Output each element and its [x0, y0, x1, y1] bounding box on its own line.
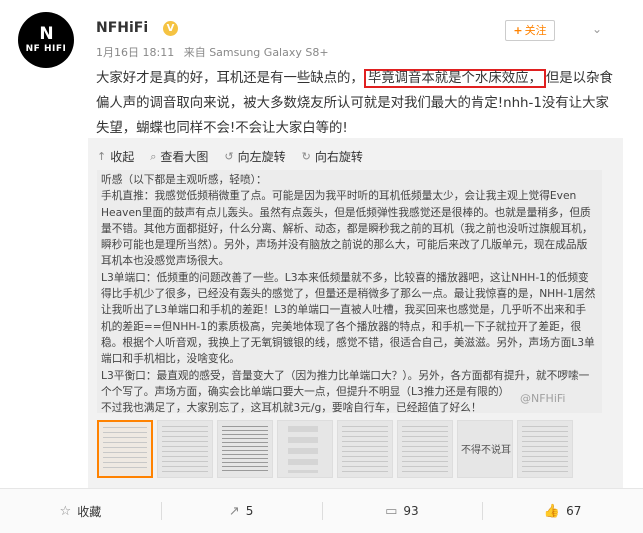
thumbs-up-icon: 👍 — [543, 503, 561, 519]
follow-label: 关注 — [524, 24, 547, 37]
rotate-right-label: 向右旋转 — [314, 150, 363, 164]
thumbnail-1[interactable] — [97, 420, 153, 478]
rotate-right-button[interactable]: ↻ 向右旋转 — [302, 148, 363, 165]
thumbnail-4[interactable] — [277, 420, 333, 478]
repost-icon: ↗ — [228, 503, 240, 519]
thumbnail-5[interactable] — [337, 420, 393, 478]
user-name[interactable]: NFHiFi — [96, 20, 148, 36]
bottom-action-bar: ☆ 收藏 ↗ 5 ▭ 93 👍 67 — [0, 488, 643, 533]
thumbnail-7[interactable]: 不得不说耳 — [457, 420, 513, 478]
like-count: 67 — [566, 504, 582, 518]
image-watermark: @NFHiFi — [520, 392, 566, 405]
collapse-label: 收起 — [110, 150, 135, 164]
thumbnail-content — [342, 426, 388, 473]
rotate-left-label: 向左旋转 — [237, 150, 286, 164]
post-text: 大家好才是真的好，耳机还是有一些缺点的， 毕竟调音本就是个水床效应， 但是以杂食偏人… — [96, 66, 616, 141]
post-date[interactable]: 1月16日 18:11 — [96, 46, 174, 59]
weibo-post-card: N NF HIFI NFHiFi V 1月16日 18:11 来自 Samsun… — [0, 0, 643, 533]
thumbnail-content — [522, 426, 568, 473]
view-large-button[interactable]: ⌕ 查看大图 — [150, 148, 208, 165]
plus-icon: + — [513, 24, 523, 37]
rotate-right-icon: ↻ — [301, 150, 311, 163]
comment-icon: ▭ — [385, 503, 398, 519]
repost-count: 5 — [245, 504, 254, 518]
favorite-button[interactable]: ☆ 收藏 — [0, 489, 161, 533]
thumbnail-content — [288, 426, 318, 473]
favorite-label: 收藏 — [77, 504, 102, 519]
collapse-icon: ↑ — [97, 150, 107, 163]
image-text: 听感（以下都是主观听感，轻喷）： 手机直推：我感觉低频稍微重了点。可能是因为我平… — [101, 173, 596, 413]
avatar-logo-mark: N — [39, 24, 53, 44]
follow-button[interactable]: + 关注 — [505, 20, 555, 41]
thumbnail-content — [402, 426, 448, 473]
thumbnail-8[interactable] — [517, 420, 573, 478]
magnifier-icon: ⌕ — [150, 149, 157, 163]
view-large-label: 查看大图 — [160, 150, 209, 164]
thumbnail-content — [222, 426, 268, 473]
thumbnail-2[interactable] — [157, 420, 213, 478]
thumbnail-content — [103, 427, 147, 472]
like-button[interactable]: 👍 67 — [482, 489, 643, 533]
expanded-image[interactable]: 听感（以下都是主观听感，轻喷）： 手机直推：我感觉低频稍微重了点。可能是因为我平… — [97, 170, 602, 413]
rotate-left-button[interactable]: ↺ 向左旋转 — [224, 148, 285, 165]
verified-badge-icon: V — [163, 21, 178, 36]
avatar[interactable]: N NF HIFI — [18, 12, 74, 68]
post-text-before: 大家好才是真的好，耳机还是有一些缺点的， — [96, 71, 364, 86]
highlighted-phrase: 毕竟调音本就是个水床效应， — [363, 69, 546, 88]
star-icon: ☆ — [59, 503, 72, 519]
thumbnail-3[interactable] — [217, 420, 273, 478]
thumbnail-6[interactable] — [397, 420, 453, 478]
thumbnail-strip: 不得不说耳 — [97, 420, 602, 478]
comment-count: 93 — [403, 504, 419, 518]
chevron-down-icon[interactable]: ⌄ — [590, 22, 604, 36]
repost-button[interactable]: ↗ 5 — [160, 489, 322, 533]
thumbnail-content — [162, 426, 208, 473]
thumbnail-caption: 不得不说耳 — [461, 445, 511, 456]
post-source: 来自 Samsung Galaxy S8+ — [183, 46, 329, 59]
comment-button[interactable]: ▭ 93 — [321, 489, 483, 533]
media-action-bar: ↑ 收起 ⌕ 查看大图 ↺ 向左旋转 ↻ 向右旋转 — [97, 148, 363, 165]
avatar-logo-text: NF HIFI — [25, 44, 67, 54]
post-meta: 1月16日 18:11 来自 Samsung Galaxy S8+ — [96, 44, 335, 60]
rotate-left-icon: ↺ — [224, 150, 234, 163]
collapse-button[interactable]: ↑ 收起 — [97, 148, 134, 165]
